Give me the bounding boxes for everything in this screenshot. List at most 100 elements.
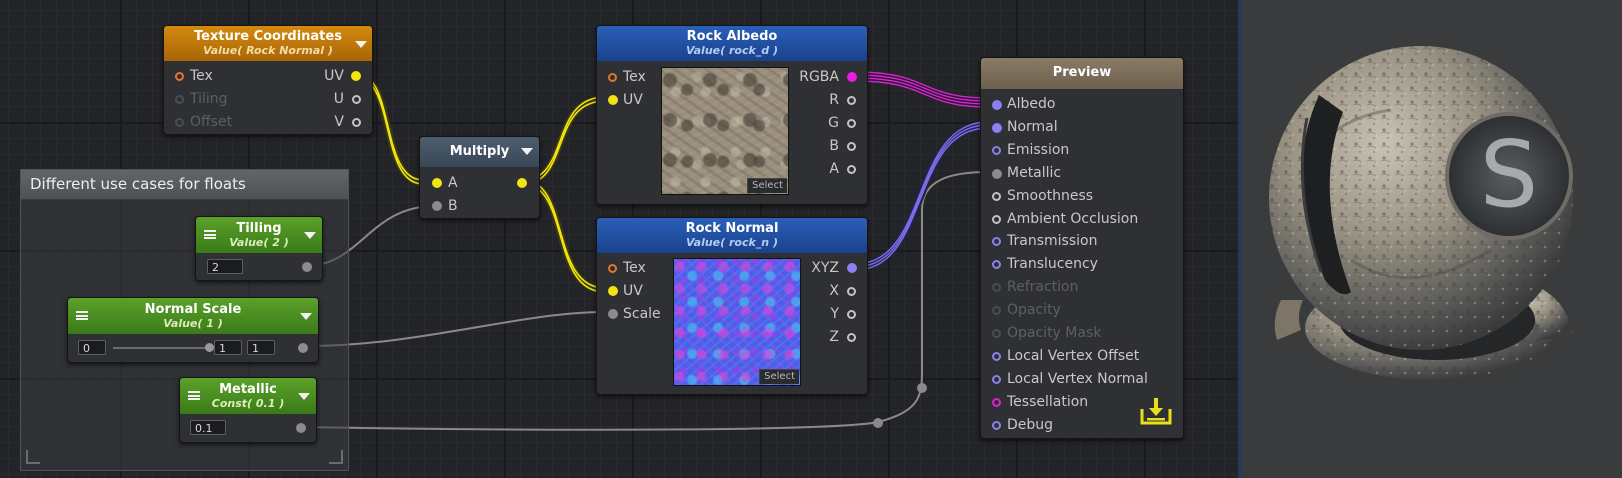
input-port-offset[interactable] bbox=[175, 118, 184, 127]
node-header[interactable]: Rock Normal Value( rock_n ) bbox=[597, 218, 867, 253]
resize-handle[interactable] bbox=[26, 450, 40, 464]
normal-scale-min-field[interactable]: 0 bbox=[78, 340, 106, 355]
input-port-local-vertex-normal[interactable] bbox=[992, 374, 1001, 384]
port-label: Offset bbox=[190, 114, 233, 130]
output-port-z[interactable] bbox=[847, 333, 856, 342]
select-texture-button[interactable]: Select bbox=[759, 369, 799, 384]
port-label: Scale bbox=[623, 306, 661, 322]
input-port-opacity[interactable] bbox=[992, 306, 1001, 316]
node-header[interactable]: Rock Albedo Value( rock_d ) bbox=[597, 26, 867, 61]
input-port-refraction[interactable] bbox=[992, 283, 1001, 293]
port-label: B bbox=[448, 198, 458, 214]
input-port-tex[interactable] bbox=[608, 264, 617, 273]
input-port-tex[interactable] bbox=[608, 73, 617, 82]
input-port-local-vertex-offset[interactable] bbox=[992, 351, 1001, 361]
tilling-value-field[interactable]: 2 bbox=[207, 259, 243, 274]
input-port-normal[interactable] bbox=[992, 122, 1002, 133]
port-label: Albedo bbox=[1007, 96, 1056, 112]
normal-scale-max-field[interactable]: 1 bbox=[247, 340, 275, 355]
port-label: Z bbox=[829, 329, 839, 345]
input-port-tiling[interactable] bbox=[175, 95, 184, 104]
texture-coordinates-node[interactable]: Texture Coordinates Value( Rock Normal )… bbox=[163, 25, 373, 135]
port-label: Transmission bbox=[1007, 233, 1098, 250]
select-texture-button[interactable]: Select bbox=[747, 178, 787, 193]
chevron-down-icon[interactable] bbox=[521, 148, 533, 155]
output-port-u[interactable] bbox=[352, 95, 361, 104]
output-port[interactable] bbox=[302, 262, 312, 272]
port-label: Metallic bbox=[1007, 164, 1062, 181]
input-port-albedo[interactable] bbox=[992, 100, 1002, 110]
menu-icon[interactable] bbox=[204, 230, 216, 239]
node-title: Rock Normal bbox=[685, 221, 779, 236]
input-port-tex[interactable] bbox=[175, 72, 184, 81]
port-label: Local Vertex Normal bbox=[1007, 370, 1148, 387]
wire-rgba-to-albedo bbox=[850, 71, 993, 108]
output-port-b[interactable] bbox=[847, 142, 856, 151]
output-port-x[interactable] bbox=[847, 287, 856, 296]
input-port-metallic[interactable] bbox=[992, 168, 1002, 179]
input-port-emission[interactable] bbox=[992, 145, 1001, 155]
save-download-icon[interactable] bbox=[1138, 395, 1174, 427]
resize-handle[interactable] bbox=[329, 450, 343, 464]
normal-scale-value-field[interactable]: 1 bbox=[214, 340, 242, 355]
output-port-v[interactable] bbox=[352, 118, 361, 127]
port-label: RGBA bbox=[799, 69, 839, 85]
normal-scale-node[interactable]: Normal Scale Value( 1 ) 0 1 1 bbox=[67, 297, 319, 363]
output-port-uv[interactable] bbox=[351, 71, 361, 81]
normal-scale-slider[interactable] bbox=[113, 347, 209, 349]
output-port-xyz[interactable] bbox=[847, 263, 857, 273]
texture-preview-albedo[interactable]: Select bbox=[661, 67, 789, 195]
output-port-rgba[interactable] bbox=[847, 72, 857, 82]
preview-sphere-render[interactable]: S bbox=[1241, 0, 1622, 478]
input-port-transmission[interactable] bbox=[992, 237, 1001, 247]
preview-master-node[interactable]: Preview Albedo Normal Emission Metallic Smoo… bbox=[980, 57, 1184, 439]
input-port-uv[interactable] bbox=[608, 95, 618, 105]
input-port-a[interactable] bbox=[432, 178, 442, 188]
chevron-down-icon[interactable] bbox=[300, 313, 312, 320]
menu-icon[interactable] bbox=[76, 311, 88, 320]
input-port-translucency[interactable] bbox=[992, 260, 1001, 270]
node-subtitle: Value( rock_d ) bbox=[685, 44, 779, 57]
input-port-scale[interactable] bbox=[608, 309, 618, 319]
metallic-node[interactable]: Metallic Const( 0.1 ) 0.1 bbox=[179, 377, 317, 443]
metallic-value-field[interactable]: 0.1 bbox=[190, 420, 226, 435]
input-port-smoothness[interactable] bbox=[992, 191, 1001, 201]
chevron-down-icon[interactable] bbox=[304, 232, 316, 239]
node-header[interactable]: Texture Coordinates Value( Rock Normal ) bbox=[164, 26, 372, 61]
input-port-ambient-occlusion[interactable] bbox=[992, 214, 1001, 224]
tilling-node[interactable]: Tilling Value( 2 ) 2 bbox=[195, 216, 323, 281]
port-label: XYZ bbox=[811, 260, 839, 276]
rock-normal-node[interactable]: Rock Normal Value( rock_n ) Tex UV Scale… bbox=[596, 217, 868, 395]
input-port-tessellation[interactable] bbox=[992, 397, 1001, 407]
menu-icon[interactable] bbox=[188, 391, 200, 400]
output-port-g[interactable] bbox=[847, 119, 856, 128]
output-port[interactable] bbox=[298, 343, 308, 353]
node-header[interactable]: Normal Scale Value( 1 ) bbox=[68, 298, 318, 334]
node-header[interactable]: Multiply bbox=[420, 137, 539, 167]
port-label: Y bbox=[830, 306, 839, 322]
output-port[interactable] bbox=[296, 423, 306, 433]
port-label: Tex bbox=[623, 260, 646, 276]
node-header[interactable]: Tilling Value( 2 ) bbox=[196, 217, 322, 253]
material-preview-viewport[interactable]: S bbox=[1241, 0, 1622, 478]
slider-handle[interactable] bbox=[205, 343, 214, 352]
multiply-node[interactable]: Multiply A B bbox=[419, 136, 540, 219]
input-port-uv[interactable] bbox=[608, 286, 618, 296]
texture-preview-normal[interactable]: Select bbox=[673, 258, 801, 386]
input-port-b[interactable] bbox=[432, 201, 442, 211]
output-port-r[interactable] bbox=[847, 96, 856, 105]
output-port-y[interactable] bbox=[847, 310, 856, 319]
input-port-opacity-mask[interactable] bbox=[992, 329, 1001, 338]
output-port-a[interactable] bbox=[847, 165, 856, 174]
chevron-down-icon[interactable] bbox=[298, 393, 310, 400]
chevron-down-icon[interactable] bbox=[355, 41, 367, 48]
node-header[interactable]: Preview bbox=[981, 58, 1183, 89]
node-header[interactable]: Metallic Const( 0.1 ) bbox=[180, 378, 316, 414]
input-port-debug[interactable] bbox=[992, 420, 1001, 430]
rock-albedo-node[interactable]: Rock Albedo Value( rock_d ) Tex UV Selec… bbox=[596, 25, 868, 205]
port-label: Normal bbox=[1007, 118, 1058, 135]
port-label: Opacity Mask bbox=[1007, 325, 1102, 341]
port-label: R bbox=[829, 92, 839, 108]
group-title[interactable]: Different use cases for floats bbox=[21, 170, 348, 200]
output-port[interactable] bbox=[517, 178, 527, 188]
